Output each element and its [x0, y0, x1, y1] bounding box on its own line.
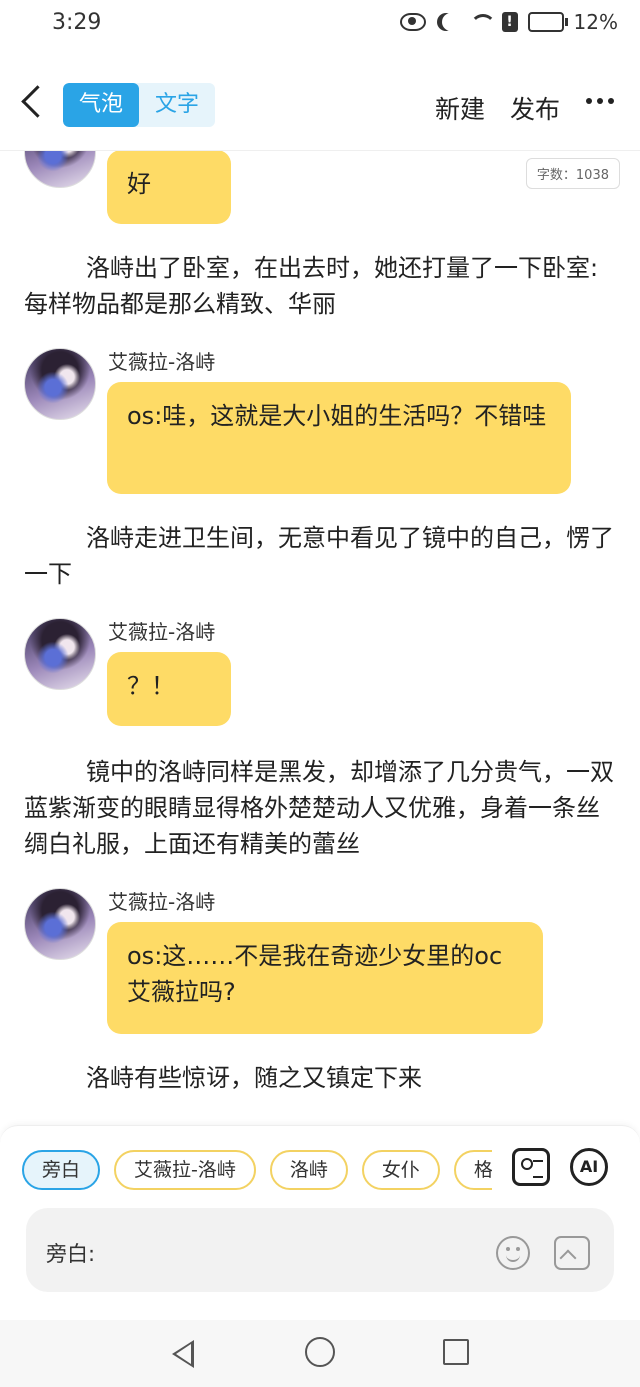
- ai-icon[interactable]: AI: [570, 1148, 608, 1186]
- status-bar: 3:29 ! 12%: [0, 0, 640, 52]
- chip-narration[interactable]: 旁白: [22, 1150, 101, 1190]
- chip-character[interactable]: 女仆: [361, 1150, 440, 1190]
- image-icon[interactable]: [554, 1236, 590, 1270]
- narration-text: 镜中的洛峙同样是黑发，却增添了几分贵气，一双蓝紫渐变的眼睛显得格外楚楚动人又优雅…: [24, 758, 614, 858]
- input-speaker-label: 旁白:: [46, 1242, 96, 1266]
- nav-recent-icon[interactable]: [443, 1339, 469, 1365]
- message-bubble[interactable]: os:哇，这就是大小姐的生活吗？不错哇: [107, 382, 571, 494]
- avatar[interactable]: [24, 618, 96, 690]
- avatar[interactable]: [24, 348, 96, 420]
- publish-button[interactable]: 发布: [510, 90, 560, 126]
- character-card-icon[interactable]: [512, 1148, 550, 1186]
- narration-paragraph[interactable]: 洛峙出了卧室，在出去时，她还打量了一下卧室:每样物品都是那么精致、华丽: [24, 250, 616, 322]
- eye-icon: [399, 13, 426, 31]
- speaker-name: 艾薇拉-洛峙: [108, 350, 216, 374]
- tab-text[interactable]: 文字: [139, 83, 215, 127]
- back-icon[interactable]: [16, 84, 50, 124]
- character-chip-list[interactable]: 旁白艾薇拉-洛峙洛峙女仆格雷: [22, 1150, 492, 1190]
- narration-paragraph[interactable]: 镜中的洛峙同样是黑发，却增添了几分贵气，一双蓝紫渐变的眼睛显得格外楚楚动人又优雅…: [24, 754, 616, 862]
- battery-percent: 12%: [573, 10, 618, 34]
- narration-paragraph[interactable]: 洛峙走进卫生间，无意中看见了镜中的自己，愣了一下: [24, 520, 616, 592]
- nav-home-icon[interactable]: [305, 1337, 335, 1367]
- message-bubble[interactable]: ？！: [107, 652, 231, 726]
- speaker-name: 艾薇拉-洛峙: [108, 620, 216, 644]
- word-count-badge: 字数：1038: [525, 158, 620, 189]
- narration-text: 洛峙出了卧室，在出去时，她还打量了一下卧室:每样物品都是那么精致、华丽: [24, 254, 599, 318]
- app-header: 气泡 文字 新建 发布: [0, 52, 640, 151]
- narration-paragraph[interactable]: 洛峙有些惊讶，随之又镇定下来: [24, 1060, 616, 1096]
- composer-panel: 旁白艾薇拉-洛峙洛峙女仆格雷 AI 旁白:: [0, 1125, 640, 1321]
- chip-character[interactable]: 格雷: [453, 1150, 492, 1190]
- mode-toggle: 气泡 文字: [63, 83, 215, 127]
- story-content[interactable]: 字数：1038 好 洛峙出了卧室，在出去时，她还打量了一下卧室:每样物品都是那么…: [0, 150, 640, 1128]
- wifi-icon: [469, 14, 496, 30]
- alert-icon: !: [501, 12, 518, 32]
- message-bubble[interactable]: os:这……不是我在奇迹少女里的oc艾薇拉吗?: [107, 922, 543, 1034]
- emoji-icon[interactable]: [496, 1236, 530, 1270]
- speaker-name: 艾薇拉-洛峙: [108, 890, 216, 914]
- avatar[interactable]: [24, 150, 96, 188]
- battery-icon: [527, 12, 568, 32]
- new-button[interactable]: 新建: [435, 90, 485, 126]
- narration-text: 洛峙有些惊讶，随之又镇定下来: [86, 1064, 422, 1092]
- moon-icon: [442, 13, 460, 31]
- narration-text: 洛峙走进卫生间，无意中看见了镜中的自己，愣了一下: [24, 524, 614, 588]
- message-bubble[interactable]: 好: [107, 150, 231, 224]
- system-nav-bar: [0, 1320, 640, 1387]
- more-icon[interactable]: [586, 98, 614, 104]
- status-time: 3:29: [52, 10, 102, 35]
- status-icons: ! 12%: [399, 10, 618, 34]
- chip-character[interactable]: 艾薇拉-洛峙: [114, 1150, 256, 1190]
- message-input[interactable]: 旁白:: [26, 1208, 614, 1292]
- tab-bubble[interactable]: 气泡: [63, 83, 139, 127]
- chip-character[interactable]: 洛峙: [269, 1150, 348, 1190]
- nav-back-icon[interactable]: [172, 1340, 194, 1368]
- avatar[interactable]: [24, 888, 96, 960]
